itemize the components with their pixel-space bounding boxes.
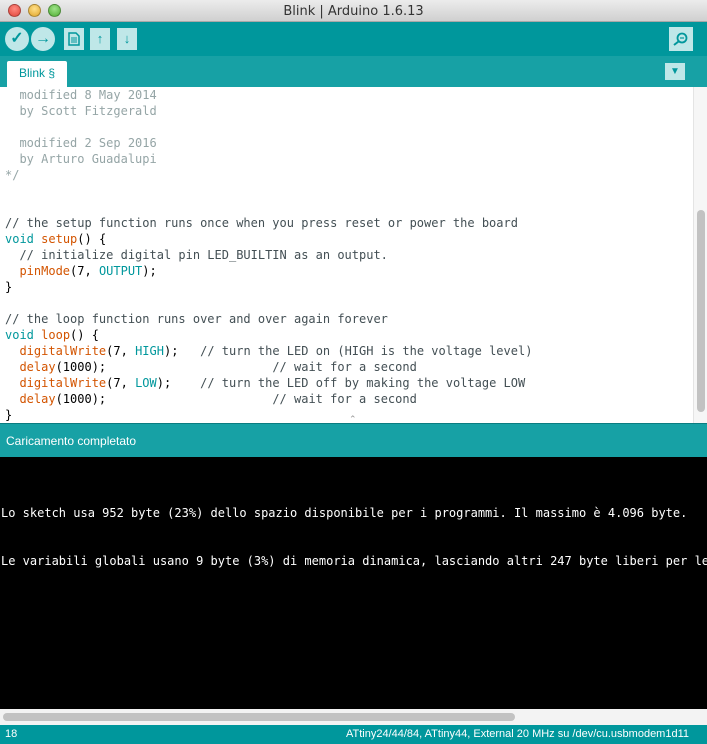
code-token: delay xyxy=(19,360,56,374)
code-token: ); xyxy=(163,344,201,358)
arrow-up-icon: ↑ xyxy=(96,31,104,46)
code-token: // the loop function runs over and over … xyxy=(5,312,388,326)
code-text[interactable]: modified 8 May 2014 by Scott Fitzgerald … xyxy=(5,87,532,423)
code-token: () { xyxy=(77,232,107,246)
console-line: Lo sketch usa 952 byte (23%) dello spazi… xyxy=(1,506,688,520)
code-token: by Arturo Guadalupi xyxy=(5,152,157,166)
code-editor[interactable]: modified 8 May 2014 by Scott Fitzgerald … xyxy=(0,87,707,423)
code-token: // initialize digital pin LED_BUILTIN as… xyxy=(5,248,388,262)
tab-blink[interactable]: Blink § xyxy=(7,61,68,87)
code-token: loop xyxy=(41,328,71,342)
editor-vertical-scrollbar[interactable] xyxy=(693,87,707,423)
code-line: by Arturo Guadalupi xyxy=(5,151,532,167)
code-token: (7, xyxy=(106,344,136,358)
code-token: } xyxy=(5,408,13,422)
arrow-right-icon: → xyxy=(35,30,51,47)
status-bar: Caricamento completato xyxy=(0,423,707,457)
code-token: HIGH xyxy=(135,344,164,358)
code-token: digitalWrite xyxy=(19,344,107,358)
code-line: */ xyxy=(5,167,532,183)
code-line: modified 2 Sep 2016 xyxy=(5,135,532,151)
title-bar: Blink | Arduino 1.6.13 xyxy=(0,0,707,22)
chevron-down-icon: ▼ xyxy=(670,66,680,77)
code-token: (1000); xyxy=(55,392,273,406)
code-token: } xyxy=(5,280,13,294)
code-token: // turn the LED on (HIGH is the voltage … xyxy=(200,344,533,358)
code-token: modified 8 May 2014 xyxy=(5,88,157,102)
verify-button[interactable]: ✓ xyxy=(5,27,29,51)
board-info: ATtiny24/44/84, ATtiny44, External 20 MH… xyxy=(345,728,689,740)
code-token: (1000); xyxy=(55,360,273,374)
serial-monitor-button[interactable] xyxy=(669,27,693,51)
code-token: // turn the LED off by making the voltag… xyxy=(200,376,526,390)
code-token: // wait for a second xyxy=(272,392,417,406)
arrow-down-icon: ↓ xyxy=(123,31,131,46)
code-token: ); xyxy=(156,376,201,390)
code-line: digitalWrite(7, LOW); // turn the LED of… xyxy=(5,375,532,391)
line-number: 18 xyxy=(5,728,18,740)
status-message: Caricamento completato xyxy=(6,434,137,448)
code-token: // the setup function runs once when you… xyxy=(5,216,518,230)
code-line: delay(1000); // wait for a second xyxy=(5,391,532,407)
code-token: ); xyxy=(142,264,157,278)
code-token: delay xyxy=(19,392,56,406)
console-line: Le variabili globali usano 9 byte (3%) d… xyxy=(1,554,707,568)
toolbar: ✓ → ↑ ↓ xyxy=(0,22,707,56)
console-horizontal-scrollbar[interactable] xyxy=(0,709,707,725)
code-line: digitalWrite(7, HIGH); // turn the LED o… xyxy=(5,343,532,359)
code-line: void loop() { xyxy=(5,327,532,343)
checkmark-icon: ✓ xyxy=(10,30,24,47)
tab-bar: Blink § xyxy=(0,56,707,87)
footer-bar: 18 ATtiny24/44/84, ATtiny44, External 20… xyxy=(0,725,707,744)
upload-button[interactable]: → xyxy=(31,27,55,51)
console-text: Lo sketch usa 952 byte (23%) dello spazi… xyxy=(1,473,707,601)
save-sketch-button[interactable]: ↓ xyxy=(117,28,137,50)
code-token: */ xyxy=(5,168,20,182)
editor-scroll-thumb[interactable] xyxy=(697,210,705,412)
code-token: pinMode xyxy=(19,264,71,278)
new-sketch-button[interactable] xyxy=(64,28,84,50)
code-token: void xyxy=(5,328,34,342)
code-line: void setup() { xyxy=(5,231,532,247)
code-line: } xyxy=(5,407,532,423)
code-token: by Scott Fitzgerald xyxy=(5,104,157,118)
code-line: } xyxy=(5,279,532,295)
open-sketch-button[interactable]: ↑ xyxy=(90,28,110,50)
code-line: // the loop function runs over and over … xyxy=(5,311,532,327)
code-token: () { xyxy=(70,328,99,342)
code-token: digitalWrite xyxy=(19,376,107,390)
magnifier-icon xyxy=(673,32,688,46)
code-line: // the setup function runs once when you… xyxy=(5,215,532,231)
code-line: by Scott Fitzgerald xyxy=(5,103,532,119)
code-line: pinMode(7, OUTPUT); xyxy=(5,263,532,279)
code-token: modified 2 Sep 2016 xyxy=(5,136,157,150)
console-output[interactable]: Lo sketch usa 952 byte (23%) dello spazi… xyxy=(0,457,707,709)
code-token: setup xyxy=(41,232,78,246)
tab-menu-button[interactable]: ▼ xyxy=(665,63,685,80)
code-token: LOW xyxy=(135,376,157,390)
new-document-icon xyxy=(68,32,80,46)
code-token: (7, xyxy=(106,376,136,390)
code-line: modified 8 May 2014 xyxy=(5,87,532,103)
code-line: delay(1000); // wait for a second xyxy=(5,359,532,375)
code-token: // wait for a second xyxy=(272,360,417,374)
code-token: OUTPUT xyxy=(98,264,143,278)
code-token: void xyxy=(5,232,34,246)
code-token: (7, xyxy=(70,264,99,278)
code-line: // initialize digital pin LED_BUILTIN as… xyxy=(5,247,532,263)
console-scroll-thumb[interactable] xyxy=(3,713,515,721)
window-title: Blink | Arduino 1.6.13 xyxy=(283,4,424,19)
